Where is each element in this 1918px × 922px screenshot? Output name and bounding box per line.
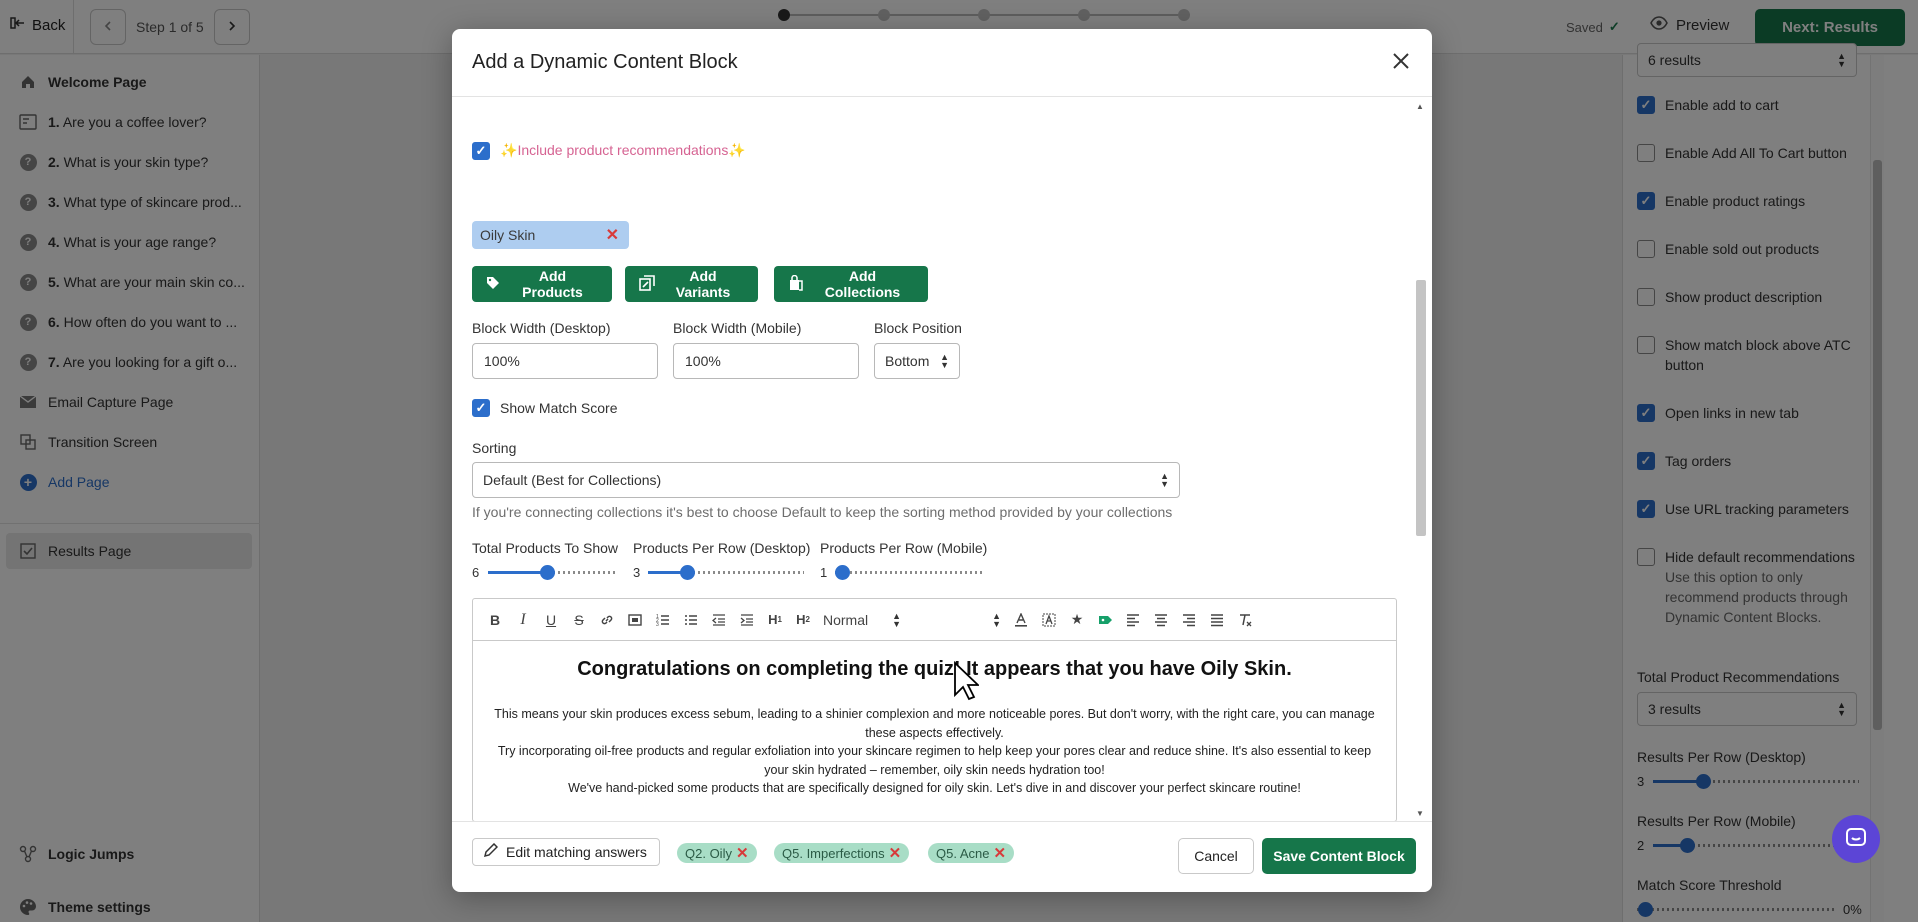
tag-chip: Oily Skin ✕ [472, 221, 629, 249]
editor-heading: Congratulations on completing the quiz! … [577, 658, 1292, 680]
close-button[interactable] [1388, 49, 1414, 75]
chevron-updown-icon: ▲▼ [940, 352, 949, 370]
variants-icon [639, 274, 655, 294]
add-products-button[interactable]: Add Products [472, 266, 612, 302]
select-value: Default (Best for Collections) [483, 472, 662, 488]
include-recommendations-label: Include product recommendations [517, 142, 729, 158]
block-position-label: Block Position [874, 320, 962, 336]
chat-support-button[interactable] [1832, 815, 1880, 863]
font-size-select[interactable]: ▲ ▼ [907, 610, 1007, 629]
bullet-list-icon[interactable] [677, 606, 705, 634]
modal-header: Add a Dynamic Content Block [452, 29, 1432, 97]
add-variants-button[interactable]: Add Variants [625, 266, 758, 302]
strikethrough-icon[interactable]: S [565, 606, 593, 634]
rich-text-editor: B I U S 123 H1 H2 Normal ▲ ▼ ▲ ▼ ★ Congr… [472, 598, 1397, 822]
editor-content[interactable]: Congratulations on completing the quiz! … [473, 642, 1396, 798]
video-icon[interactable] [621, 606, 649, 634]
dynamic-content-block-modal: Add a Dynamic Content Block ✓ ✨Include p… [452, 29, 1432, 892]
block-width-desktop-label: Block Width (Desktop) [472, 320, 611, 336]
select-value: Bottom [885, 353, 930, 369]
slider-handle[interactable] [835, 565, 850, 580]
close-icon [1392, 52, 1410, 73]
chevron-updown-icon: ▲▼ [892, 610, 901, 629]
align-center-icon[interactable] [1147, 606, 1175, 634]
indent-icon[interactable] [733, 606, 761, 634]
button-label: Add Collections [824, 268, 901, 300]
products-per-row-desktop-label: Products Per Row (Desktop) [633, 540, 811, 556]
include-recommendations-option[interactable]: ✓ ✨Include product recommendations✨ [472, 141, 746, 160]
modal-footer: Cancel Save Content Block [452, 821, 1432, 892]
slider-handle[interactable] [680, 565, 695, 580]
heading-2-icon[interactable]: H2 [789, 606, 817, 634]
tag-icon [486, 276, 500, 293]
block-width-mobile-label: Block Width (Mobile) [673, 320, 802, 336]
scrollbar-thumb[interactable] [1416, 280, 1426, 536]
slider-value: 6 [472, 565, 480, 580]
background-color-icon[interactable] [1035, 606, 1063, 634]
link-icon[interactable] [593, 606, 621, 634]
sparkle-icon: ✨ [728, 142, 746, 158]
heading-1-icon[interactable]: H1 [761, 606, 789, 634]
outdent-icon[interactable] [705, 606, 733, 634]
ordered-list-icon[interactable]: 123 [649, 606, 677, 634]
products-per-row-desktop-slider[interactable] [648, 564, 804, 582]
modal-title: Add a Dynamic Content Block [472, 51, 738, 73]
clear-format-icon[interactable] [1231, 606, 1259, 634]
slider-handle[interactable] [540, 565, 555, 580]
remove-tag-icon[interactable]: ✕ [606, 225, 619, 245]
editor-paragraph: We've hand-picked some products that are… [568, 781, 1301, 795]
products-per-row-mobile-slider[interactable] [835, 564, 982, 582]
sorting-hint: If you're connecting collections it's be… [472, 504, 1173, 520]
block-width-mobile-input[interactable] [673, 343, 859, 379]
mouse-pointer-icon [953, 660, 981, 704]
block-position-select[interactable]: Bottom ▲ ▼ [874, 343, 960, 379]
format-select[interactable]: Normal ▲ ▼ [817, 610, 907, 629]
scroll-down-icon[interactable]: ▼ [1416, 809, 1424, 818]
tag-label: Oily Skin [480, 227, 536, 243]
italic-icon[interactable]: I [509, 606, 537, 634]
button-label: Add Variants [675, 268, 731, 300]
button-label: Add Products [522, 268, 583, 300]
products-per-row-mobile-label: Products Per Row (Mobile) [820, 540, 988, 556]
product-tag-icon[interactable] [1091, 606, 1119, 634]
svg-text:3: 3 [656, 622, 659, 627]
align-left-icon[interactable] [1119, 606, 1147, 634]
sorting-select[interactable]: Default (Best for Collections) ▲ ▼ [472, 462, 1180, 498]
modal-body: ✓ ✨Include product recommendations✨ Oily… [452, 98, 1432, 866]
chevron-updown-icon: ▲▼ [992, 610, 1001, 629]
align-right-icon[interactable] [1175, 606, 1203, 634]
slider-value: 3 [633, 565, 641, 580]
underline-icon[interactable]: U [537, 606, 565, 634]
select-value: Normal [823, 611, 869, 628]
shopping-bag-icon [788, 274, 804, 294]
editor-toolbar: B I U S 123 H1 H2 Normal ▲ ▼ ▲ ▼ ★ [473, 599, 1396, 641]
block-width-desktop-input[interactable] [472, 343, 658, 379]
star-icon[interactable]: ★ [1063, 606, 1091, 634]
total-products-label: Total Products To Show [472, 540, 619, 556]
text-color-icon[interactable] [1007, 606, 1035, 634]
total-products-slider[interactable] [488, 564, 617, 582]
bold-icon[interactable]: B [481, 606, 509, 634]
sparkle-icon: ✨ [500, 142, 518, 158]
editor-paragraph: This means your skin produces excess seb… [494, 707, 1375, 740]
save-content-block-button[interactable]: Save Content Block [1262, 838, 1416, 874]
modal-scrollbar[interactable]: ▲ ▼ [1414, 98, 1428, 821]
show-match-score-option[interactable]: ✓ Show Match Score [472, 398, 618, 417]
add-collections-button[interactable]: Add Collections [774, 266, 928, 302]
cancel-button[interactable]: Cancel [1178, 838, 1254, 874]
checkbox[interactable]: ✓ [472, 142, 490, 160]
align-justify-icon[interactable] [1203, 606, 1231, 634]
chevron-updown-icon: ▲▼ [1160, 471, 1169, 489]
sorting-label: Sorting [472, 440, 517, 456]
editor-paragraph: Try incorporating oil-free products and … [497, 744, 1372, 777]
checkbox[interactable]: ✓ [472, 399, 490, 417]
chat-icon [1845, 827, 1867, 852]
slider-value: 1 [820, 565, 828, 580]
scroll-up-icon[interactable]: ▲ [1416, 102, 1424, 111]
show-match-score-label: Show Match Score [500, 399, 618, 416]
